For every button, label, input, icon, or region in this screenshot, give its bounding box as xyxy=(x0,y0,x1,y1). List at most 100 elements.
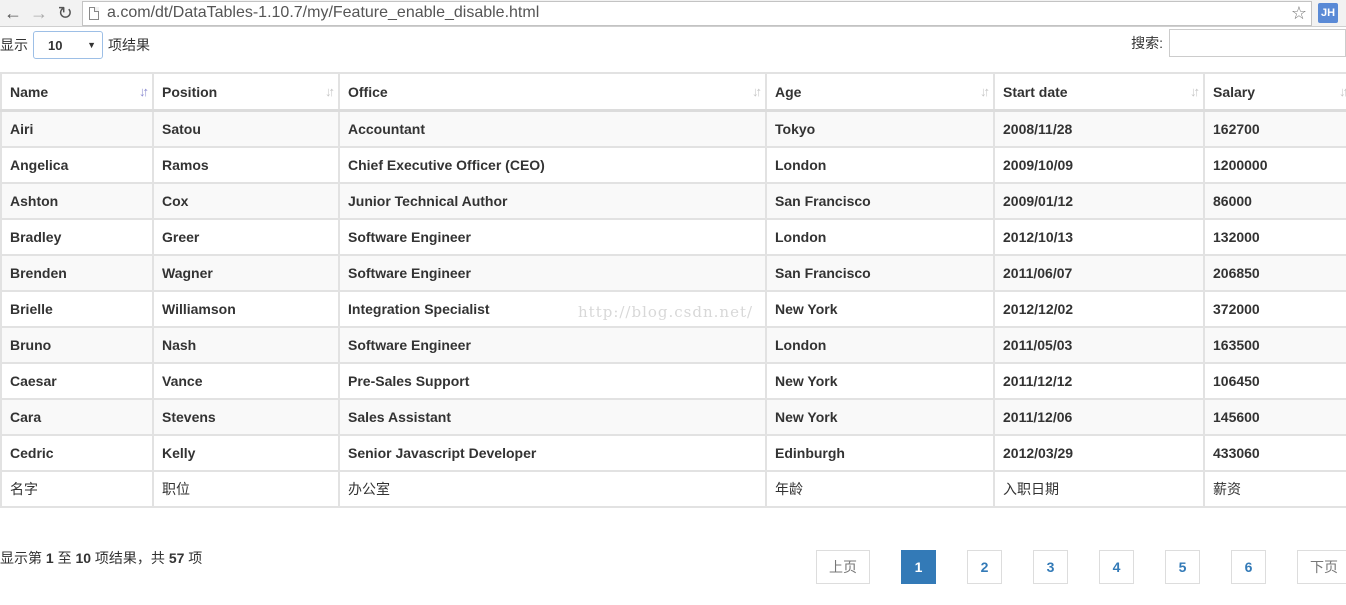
cell-position: Stevens xyxy=(152,398,340,436)
cell-name: Airi xyxy=(0,109,154,148)
sort-icon: ↓↑ xyxy=(752,84,762,99)
table-row: Cedric Kelly Senior Javascript Developer Ed… xyxy=(0,434,1346,472)
page-button-2[interactable]: 2 xyxy=(967,550,1002,584)
cell-office: Junior Technical Author xyxy=(338,182,767,220)
cell-start-date: 2011/12/12 xyxy=(993,362,1205,400)
cell-office: Senior Javascript Developer xyxy=(338,434,767,472)
cell-salary: 206850 xyxy=(1203,254,1346,292)
cell-office: Sales Assistant xyxy=(338,398,767,436)
browser-toolbar: ← → ↻ a.com/dt/DataTables-1.10.7/my/Feat… xyxy=(0,0,1346,27)
reload-icon[interactable]: ↻ xyxy=(52,0,78,27)
header-row: Name ↓↑ Position ↓↑ Office ↓↑ Age ↓↑ Start d… xyxy=(0,72,1346,112)
column-header-salary[interactable]: Salary ↓↑ xyxy=(1203,72,1346,112)
cell-name: Caesar xyxy=(0,362,154,400)
table-row: Brielle Williamson Integration Specialist N… xyxy=(0,290,1346,328)
bookmark-star-icon[interactable]: ☆ xyxy=(1287,3,1311,24)
cell-office: Accountant xyxy=(338,109,767,148)
cell-salary: 162700 xyxy=(1203,109,1346,148)
cell-start-date: 2008/11/28 xyxy=(993,109,1205,148)
extension-icon[interactable]: JH xyxy=(1318,3,1338,23)
cell-office: Pre-Sales Support xyxy=(338,362,767,400)
cell-name: Brenden xyxy=(0,254,154,292)
next-page-button[interactable]: 下页 xyxy=(1297,550,1346,584)
table-row: Angelica Ramos Chief Executive Officer (CE… xyxy=(0,146,1346,184)
cell-age: London xyxy=(765,146,995,184)
cell-office: Chief Executive Officer (CEO) xyxy=(338,146,767,184)
table-row: Brenden Wagner Software Engineer San Franci… xyxy=(0,254,1346,292)
footer-salary: 薪资 xyxy=(1203,470,1346,508)
url-text[interactable]: a.com/dt/DataTables-1.10.7/my/Feature_en… xyxy=(107,4,1287,22)
address-bar[interactable]: a.com/dt/DataTables-1.10.7/my/Feature_en… xyxy=(82,0,1312,26)
column-header-age[interactable]: Age ↓↑ xyxy=(765,72,995,112)
cell-position: Williamson xyxy=(152,290,340,328)
cell-salary: 132000 xyxy=(1203,218,1346,256)
cell-name: Angelica xyxy=(0,146,154,184)
data-table: Name ↓↑ Position ↓↑ Office ↓↑ Age ↓↑ Start d… xyxy=(0,72,1346,508)
cell-age: London xyxy=(765,218,995,256)
info-end: 10 xyxy=(75,550,92,566)
table-row: Bruno Nash Software Engineer London 2011/05/… xyxy=(0,326,1346,364)
search-control: 搜索: xyxy=(1131,29,1346,57)
footer-name: 名字 xyxy=(0,470,154,508)
cell-age: Tokyo xyxy=(765,109,995,148)
previous-page-button[interactable]: 上页 xyxy=(816,550,870,584)
table-row: Bradley Greer Software Engineer London 2012/… xyxy=(0,218,1346,256)
cell-office: Integration Specialist xyxy=(338,290,767,328)
forward-arrow-icon[interactable]: → xyxy=(26,0,52,27)
cell-start-date: 2011/06/07 xyxy=(993,254,1205,292)
cell-age: New York xyxy=(765,398,995,436)
cell-office: Software Engineer xyxy=(338,254,767,292)
column-header-start-date[interactable]: Start date ↓↑ xyxy=(993,72,1205,112)
footer-position: 职位 xyxy=(152,470,340,508)
column-header-name[interactable]: Name ↓↑ xyxy=(0,72,154,112)
table-row: Caesar Vance Pre-Sales Support New York 2011… xyxy=(0,362,1346,400)
cell-salary: 145600 xyxy=(1203,398,1346,436)
length-control: 显示 10 ▼ 项结果 xyxy=(0,31,150,59)
cell-name: Cedric xyxy=(0,434,154,472)
cell-salary: 106450 xyxy=(1203,362,1346,400)
page-button-5[interactable]: 5 xyxy=(1165,550,1200,584)
info-start: 1 xyxy=(45,550,54,566)
sort-icon: ↓↑ xyxy=(1339,84,1346,99)
sort-icon: ↓↑ xyxy=(980,84,990,99)
table-info: 显示第 1 至 10 项结果，共 57 项 xyxy=(0,550,203,566)
cell-age: New York xyxy=(765,362,995,400)
search-label: 搜索: xyxy=(1131,35,1163,51)
page-length-select[interactable]: 10 ▼ xyxy=(33,31,103,59)
cell-office: Software Engineer xyxy=(338,218,767,256)
page-button-4[interactable]: 4 xyxy=(1099,550,1134,584)
back-arrow-icon[interactable]: ← xyxy=(0,0,26,27)
sort-icon: ↓↑ xyxy=(1190,84,1200,99)
cell-start-date: 2009/10/09 xyxy=(993,146,1205,184)
page-icon xyxy=(89,6,99,20)
cell-age: San Francisco xyxy=(765,182,995,220)
cell-start-date: 2012/12/02 xyxy=(993,290,1205,328)
cell-position: Cox xyxy=(152,182,340,220)
table-row: Ashton Cox Junior Technical Author San Fran… xyxy=(0,182,1346,220)
cell-position: Wagner xyxy=(152,254,340,292)
cell-office: Software Engineer xyxy=(338,326,767,364)
cell-position: Greer xyxy=(152,218,340,256)
cell-position: Vance xyxy=(152,362,340,400)
cell-name: Brielle xyxy=(0,290,154,328)
cell-name: Ashton xyxy=(0,182,154,220)
column-header-office[interactable]: Office ↓↑ xyxy=(338,72,767,112)
cell-age: New York xyxy=(765,290,995,328)
search-input[interactable] xyxy=(1169,29,1346,57)
cell-position: Nash xyxy=(152,326,340,364)
chevron-down-icon: ▼ xyxy=(87,40,96,50)
page-button-1[interactable]: 1 xyxy=(901,550,936,584)
cell-salary: 86000 xyxy=(1203,182,1346,220)
info-total: 57 xyxy=(168,550,185,566)
cell-position: Kelly xyxy=(152,434,340,472)
sort-ascending-icon: ↓↑ xyxy=(139,84,149,99)
table-row: Cara Stevens Sales Assistant New York 2011/1… xyxy=(0,398,1346,436)
page-button-6[interactable]: 6 xyxy=(1231,550,1266,584)
cell-age: San Francisco xyxy=(765,254,995,292)
page-button-3[interactable]: 3 xyxy=(1033,550,1068,584)
column-header-position[interactable]: Position ↓↑ xyxy=(152,72,340,112)
cell-age: London xyxy=(765,326,995,364)
table-controls: 显示 10 ▼ 项结果 搜索: xyxy=(0,27,1346,61)
cell-position: Ramos xyxy=(152,146,340,184)
sort-icon: ↓↑ xyxy=(325,84,335,99)
